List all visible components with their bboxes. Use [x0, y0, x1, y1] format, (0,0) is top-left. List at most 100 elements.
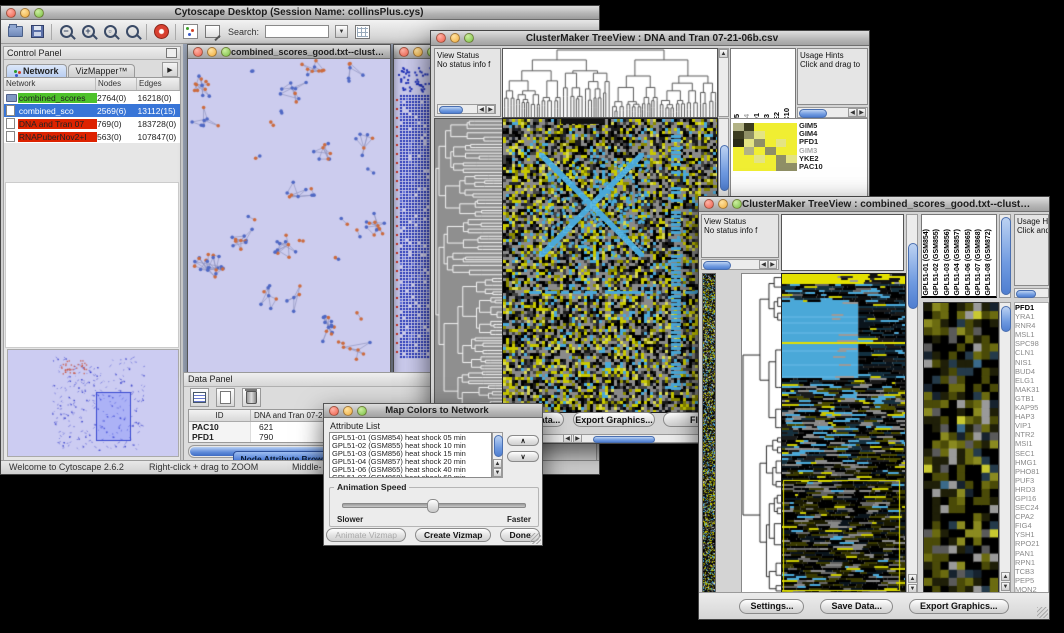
gene-list-item[interactable]: MSI1: [1015, 439, 1048, 448]
gene-list-item[interactable]: TCB3: [1015, 567, 1048, 576]
zoom-window-button[interactable]: [34, 8, 44, 18]
view-status-hscrollbar[interactable]: ◀▶: [701, 259, 779, 270]
gene-list-item[interactable]: VIP1: [1015, 421, 1048, 430]
gene-list-item[interactable]: MSL1: [1015, 330, 1048, 339]
minimize-button[interactable]: [343, 406, 353, 416]
gene-list-item[interactable]: YSH1: [1015, 530, 1048, 539]
network-overview-canvas[interactable]: [7, 349, 179, 457]
new-attribute-icon[interactable]: [216, 388, 235, 407]
zoomed-heatmap-canvas[interactable]: [923, 302, 999, 595]
network-table-row[interactable]: combined_sco 2569(6) 13112(15): [4, 104, 180, 117]
gene-list-item[interactable]: PAN1: [1015, 549, 1048, 558]
delete-attribute-icon[interactable]: [242, 388, 261, 407]
close-button[interactable]: [193, 47, 203, 57]
zoom-window-button[interactable]: [464, 33, 474, 43]
zoom-fit-icon[interactable]: ▫: [102, 24, 118, 40]
gene-list-item[interactable]: PEP5: [1015, 576, 1048, 585]
row-dendrogram-canvas[interactable]: [434, 118, 503, 413]
heatmap-canvas[interactable]: [781, 273, 906, 595]
treeview-combined-titlebar[interactable]: ClusterMaker TreeView : combined_scores_…: [699, 197, 1049, 212]
gene-list-item[interactable]: BUD4: [1015, 367, 1048, 376]
open-file-icon[interactable]: [7, 24, 23, 40]
minimize-button[interactable]: [718, 199, 728, 209]
attribute-list-item[interactable]: GPL51-07 (GSM868) heat shock 60 min: [332, 474, 491, 478]
gene-list-item[interactable]: CLN1: [1015, 348, 1048, 357]
move-up-button[interactable]: ∧: [507, 435, 539, 446]
gene-list-item[interactable]: SPC98: [1015, 339, 1048, 348]
close-button[interactable]: [704, 199, 714, 209]
move-down-button[interactable]: ∨: [507, 451, 539, 462]
gene-list-item[interactable]: NTR2: [1015, 430, 1048, 439]
gene-list-item[interactable]: MAK31: [1015, 385, 1048, 394]
zoom-window-button[interactable]: [357, 406, 367, 416]
tab-network[interactable]: Network: [6, 64, 67, 77]
minimize-button[interactable]: [413, 47, 423, 57]
snapshot-icon[interactable]: [204, 24, 220, 40]
column-dendrogram-area[interactable]: [781, 214, 904, 271]
zoom-window-button[interactable]: [221, 47, 231, 57]
dendrogram-vscrollbar-top[interactable]: ▲: [718, 48, 729, 117]
gene-list-item[interactable]: RPN1: [1015, 558, 1048, 567]
animation-speed-slider[interactable]: [342, 503, 526, 508]
slider-thumb[interactable]: [427, 499, 439, 513]
gene-list-item[interactable]: SEC1: [1015, 449, 1048, 458]
array-labels-vscrollbar[interactable]: [999, 214, 1011, 298]
search-input[interactable]: [265, 25, 329, 38]
usage-hints-hscrollbar[interactable]: [1014, 288, 1049, 298]
global-overview-strip[interactable]: [702, 273, 716, 595]
help-icon[interactable]: [153, 24, 169, 40]
save-session-icon[interactable]: [29, 24, 45, 40]
attribute-select-icon[interactable]: [190, 388, 209, 407]
map-colors-titlebar[interactable]: Map Colors to Network: [324, 404, 542, 418]
gene-list-item[interactable]: RNR4: [1015, 321, 1048, 330]
minimize-button[interactable]: [207, 47, 217, 57]
usage-hints-hscrollbar[interactable]: ◀▶: [797, 107, 868, 118]
gene-list-vscrollbar[interactable]: ▲▼: [999, 302, 1011, 593]
search-dropdown-icon[interactable]: ▼: [335, 25, 348, 38]
resize-grip[interactable]: [530, 533, 541, 544]
tab-vizmapper[interactable]: VizMapper™: [68, 64, 136, 77]
close-button[interactable]: [399, 47, 409, 57]
gene-list-item[interactable]: ELG1: [1015, 376, 1048, 385]
heatmap-canvas[interactable]: [502, 118, 718, 413]
gene-list-item[interactable]: SEC24: [1015, 503, 1048, 512]
heatmap-vscrollbar[interactable]: ▲▼: [906, 214, 918, 595]
close-button[interactable]: [6, 8, 16, 18]
minimize-button[interactable]: [450, 33, 460, 43]
resize-grip[interactable]: [1037, 607, 1048, 618]
minimize-button[interactable]: [20, 8, 30, 18]
gene-list-item[interactable]: PHO81: [1015, 467, 1048, 476]
save-data-button[interactable]: Save Data...: [820, 599, 893, 614]
view-status-hscrollbar[interactable]: ◀▶: [437, 104, 496, 114]
gene-list-item[interactable]: HRD3: [1015, 485, 1048, 494]
close-button[interactable]: [436, 33, 446, 43]
gene-list-item[interactable]: PUF3: [1015, 476, 1048, 485]
gene-list-item[interactable]: YRA1: [1015, 312, 1048, 321]
network-table-row[interactable]: DNA and Tran 07 769(0) 183728(0): [4, 117, 180, 130]
gene-list-item[interactable]: FIG4: [1015, 521, 1048, 530]
selected-genes-mini-heatmap[interactable]: [733, 123, 797, 171]
table-edit-icon[interactable]: [354, 24, 370, 40]
export-graphics-button[interactable]: Export Graphics...: [909, 599, 1009, 614]
attribute-list-vscrollbar[interactable]: ▲▼: [492, 432, 503, 478]
gene-list-item[interactable]: GTB1: [1015, 394, 1048, 403]
gene-list-item[interactable]: PFD1: [1015, 303, 1048, 312]
gene-list-item[interactable]: GPI16: [1015, 494, 1048, 503]
gene-list-item[interactable]: RPO21: [1015, 539, 1048, 548]
cytoscape-titlebar[interactable]: Cytoscape Desktop (Session Name: collins…: [1, 6, 599, 20]
close-button[interactable]: [329, 406, 339, 416]
column-dendrogram-canvas[interactable]: [502, 48, 718, 118]
network-view-titlebar[interactable]: combined_scores_good.txt--cluste...: [188, 45, 390, 59]
float-panel-icon[interactable]: [166, 48, 177, 58]
gene-list-item[interactable]: KAP95: [1015, 403, 1048, 412]
network-table-row[interactable]: combined_scores 2764(0) 16218(0): [4, 91, 180, 104]
zoom-selected-icon[interactable]: [124, 24, 140, 40]
settings-button[interactable]: Settings...: [739, 599, 804, 614]
gene-list-item[interactable]: NIS1: [1015, 358, 1048, 367]
zoom-window-button[interactable]: [732, 199, 742, 209]
create-vizmap-button[interactable]: Create Vizmap: [415, 528, 491, 542]
zoom-out-icon[interactable]: −: [58, 24, 74, 40]
animate-vizmap-button[interactable]: Animate Vizmap: [326, 528, 406, 542]
network-view-canvas[interactable]: [188, 59, 390, 376]
network-table-row[interactable]: RNAPuberNov2+I 563(0) 107847(0): [4, 130, 180, 143]
